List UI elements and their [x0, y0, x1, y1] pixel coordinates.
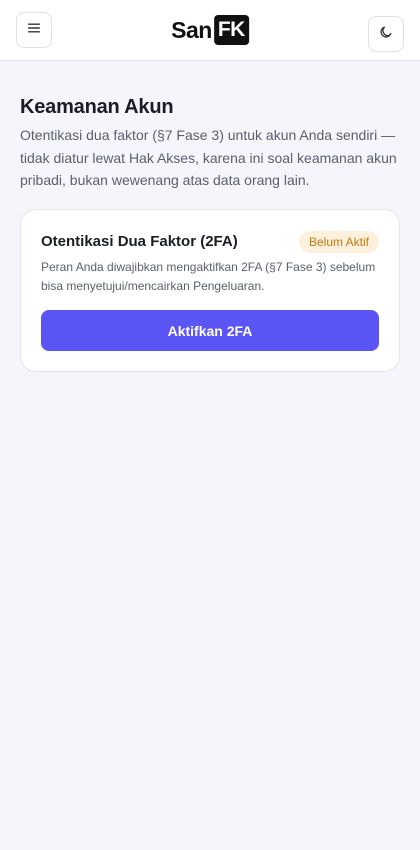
- status-badge: Belum Aktif: [298, 231, 379, 253]
- two-factor-card: Otentikasi Dua Faktor (2FA) Belum Aktif …: [20, 209, 400, 372]
- page-title: Keamanan Akun: [20, 96, 174, 118]
- moon-icon: [379, 25, 393, 44]
- enable-2fa-button[interactable]: Aktifkan 2FA: [41, 310, 379, 351]
- page-description: Otentikasi dua faktor (§7 Fase 3) untuk …: [20, 127, 397, 188]
- app-logo[interactable]: San FK: [171, 15, 249, 45]
- menu-button[interactable]: [16, 12, 52, 48]
- logo-text-san: San: [171, 16, 212, 43]
- theme-toggle-button[interactable]: [368, 16, 404, 52]
- card-title: Otentikasi Dua Faktor (2FA): [41, 233, 238, 250]
- logo-text-fk: FK: [213, 15, 249, 45]
- hamburger-menu-icon: [26, 20, 42, 41]
- top-bar: San FK: [0, 0, 420, 61]
- card-description: Peran Anda diwajibkan mengaktifkan 2FA (…: [41, 260, 376, 293]
